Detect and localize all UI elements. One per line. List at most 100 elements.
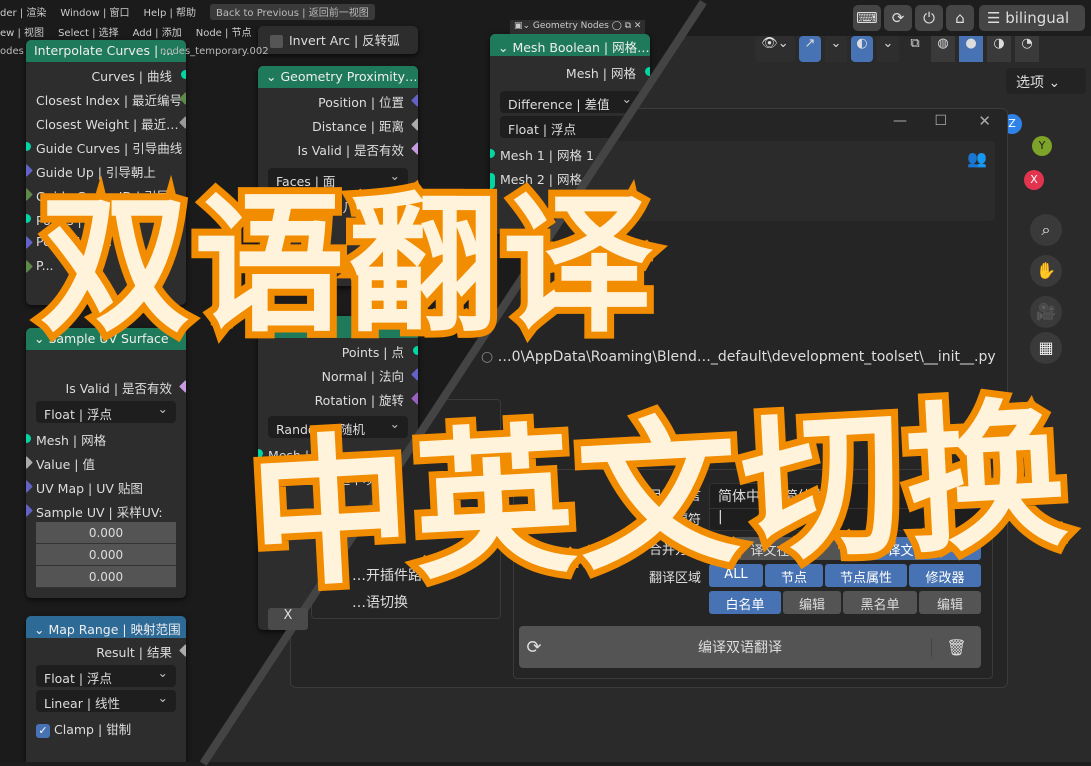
clamp-checkbox[interactable]: ✓ Clamp | 钳制 (26, 715, 186, 739)
reload-icon[interactable]: ⟳ (884, 5, 912, 31)
socket[interactable] (26, 434, 31, 443)
data-type-select[interactable]: Float | 浮点 (36, 401, 176, 423)
options-dropdown[interactable]: 选项 ⌄ (1006, 68, 1086, 94)
interpolate-curves-node[interactable]: Interpolate Curves | ... Curves | 曲线 Clo… (26, 40, 186, 305)
overlay-icon[interactable]: ◐ (851, 36, 873, 62)
back-to-previous-button[interactable]: Back to Previous | 返回前一视图 (210, 4, 375, 20)
target-language-select[interactable]: 简体中文 (简体中文) (710, 484, 980, 508)
socket[interactable] (179, 116, 186, 129)
data-type-select[interactable]: Float | 浮点 (36, 665, 176, 687)
socket[interactable] (26, 260, 33, 273)
sample-uv-x[interactable]: 0.000 (36, 522, 176, 544)
restart-icon[interactable]: ⏻ (915, 5, 943, 31)
breadcrumb-tree[interactable]: nodes_temporary.002 (160, 46, 269, 57)
socket[interactable] (181, 70, 186, 79)
node-header[interactable]: ... (258, 316, 418, 338)
socket[interactable] (26, 480, 33, 493)
interpolation-select[interactable]: Linear | 线性 (36, 690, 176, 712)
home-icon[interactable]: ⌂ (946, 5, 974, 31)
workspace-selector[interactable]: ☰ bilingual (979, 5, 1085, 31)
menu-help[interactable]: Help | 帮助 (144, 4, 197, 20)
minimize-icon[interactable]: — (893, 113, 907, 129)
axis-y[interactable]: Y (1032, 136, 1052, 156)
operation-select[interactable]: Difference | 差值 (500, 91, 640, 113)
menu-render[interactable]: der | 渲染 (0, 4, 46, 20)
map-range-node[interactable]: ⌄ Map Range | 映射范围 Result | 结果 Float | 浮… (26, 616, 186, 762)
separator-input[interactable]: | (710, 508, 980, 525)
socket[interactable] (26, 214, 31, 223)
area-modifiers[interactable]: 修改器 (909, 564, 981, 587)
sample-uv-z[interactable]: 0.000 (36, 566, 176, 588)
socket[interactable] (26, 456, 33, 469)
merge-option-before[interactable]: 译文在前 (709, 537, 844, 560)
area-all[interactable]: ALL (709, 564, 763, 587)
menu-add[interactable]: Add | 添加 (133, 24, 182, 40)
maximize-icon[interactable]: ☐ (934, 113, 947, 129)
socket[interactable] (26, 236, 33, 249)
axis-x[interactable]: X (1024, 170, 1044, 190)
gizmo-icon[interactable]: ↗ (799, 36, 821, 62)
edit-blacklist-button[interactable]: 编辑 (919, 591, 981, 614)
target-language-box[interactable]: 简体中文 (简体中文) | (709, 483, 981, 531)
socket[interactable] (411, 118, 418, 131)
trash-icon[interactable]: 🗑 (931, 637, 981, 657)
menu-node[interactable]: Node | 节点 (196, 24, 252, 40)
solid-shading-icon[interactable]: ● (959, 36, 983, 62)
domain-select[interactable]: Faces | 面 (268, 168, 408, 190)
terminal-icon[interactable]: ⌨ (853, 5, 881, 31)
rendered-shading-icon[interactable]: ◔ (1015, 36, 1039, 62)
compile-button[interactable]: 编译双语翻译 (549, 637, 931, 657)
zoom-icon[interactable]: ⌕ (1030, 214, 1062, 246)
area-node-props[interactable]: 节点属性 (825, 564, 907, 587)
wireframe-shading-icon[interactable]: ◍ (931, 36, 955, 62)
x-button[interactable]: X (268, 608, 308, 630)
close-icon[interactable]: ✕ (978, 112, 991, 130)
socket[interactable] (26, 142, 31, 151)
socket[interactable] (411, 142, 418, 155)
camera-icon[interactable]: 🎥 (1030, 296, 1062, 328)
menu-select[interactable]: Select | 选择 (58, 24, 119, 40)
socket[interactable] (26, 188, 33, 201)
socket[interactable] (258, 201, 263, 210)
socket[interactable] (179, 380, 186, 393)
pan-hand-icon[interactable]: ✋ (1030, 255, 1062, 287)
checkbox-checked-icon[interactable]: ✓ (36, 724, 50, 738)
socket[interactable] (490, 173, 495, 189)
users-icon[interactable]: 👥 (967, 149, 987, 168)
editor-type-header[interactable]: ▣⌄ Geometry Nodes ◯ ⧉ ✕ (510, 20, 646, 34)
grid-ortho-icon[interactable]: ▦ (1030, 332, 1062, 364)
socket[interactable] (411, 94, 418, 107)
menu-window[interactable]: Window | 窗口 (60, 4, 129, 20)
refresh-icon[interactable]: ⟳ (519, 637, 549, 658)
mode-select[interactable]: Random | 随机 (268, 416, 408, 438)
node-header[interactable]: ⌄ Map Range | 映射范围 (26, 616, 186, 638)
edit-whitelist-button[interactable]: 编辑 (783, 591, 841, 614)
blacklist-button[interactable]: 黑名单 (843, 591, 917, 614)
socket[interactable] (411, 368, 418, 381)
open-addon-path-item[interactable]: …开插件路径 (352, 565, 436, 585)
node-header[interactable]: ⌄ Geometry Proximity… (258, 66, 418, 88)
socket[interactable] (179, 644, 186, 657)
menu-view[interactable]: ew | 视图 (0, 24, 44, 40)
socket[interactable] (258, 471, 265, 484)
socket[interactable] (413, 346, 418, 355)
socket[interactable] (26, 164, 33, 177)
invert-arc-row[interactable]: Invert Arc | 反转弧 (258, 26, 418, 54)
merge-option-after[interactable]: 译文在后 (846, 537, 981, 560)
node-header[interactable]: ⌄ Sample UV Surface (26, 328, 186, 350)
chevron-down-icon[interactable]: ⌄ (825, 36, 847, 62)
node-header[interactable]: ⌄ Mesh Boolean | 网格… (490, 34, 650, 56)
language-switch-item[interactable]: …语切换 (352, 592, 408, 612)
socket[interactable] (258, 449, 263, 458)
whitelist-button[interactable]: 白名单 (709, 591, 781, 614)
socket[interactable] (645, 67, 650, 76)
visibility-icon[interactable]: 👁⌄ (755, 36, 795, 62)
sample-uv-surface-node[interactable]: ⌄ Sample UV Surface Is Valid | 是否有效 Floa… (26, 328, 186, 598)
chevron-down-icon[interactable]: ⌄ (877, 36, 899, 62)
xray-icon[interactable]: ⧉ (903, 36, 927, 62)
socket[interactable] (490, 149, 495, 158)
checkbox[interactable] (270, 35, 283, 48)
geometry-proximity-node[interactable]: ⌄ Geometry Proximity… Position | 位置 Dist… (258, 66, 418, 286)
socket[interactable] (411, 392, 418, 405)
radio-icon[interactable]: ○ (481, 349, 493, 365)
